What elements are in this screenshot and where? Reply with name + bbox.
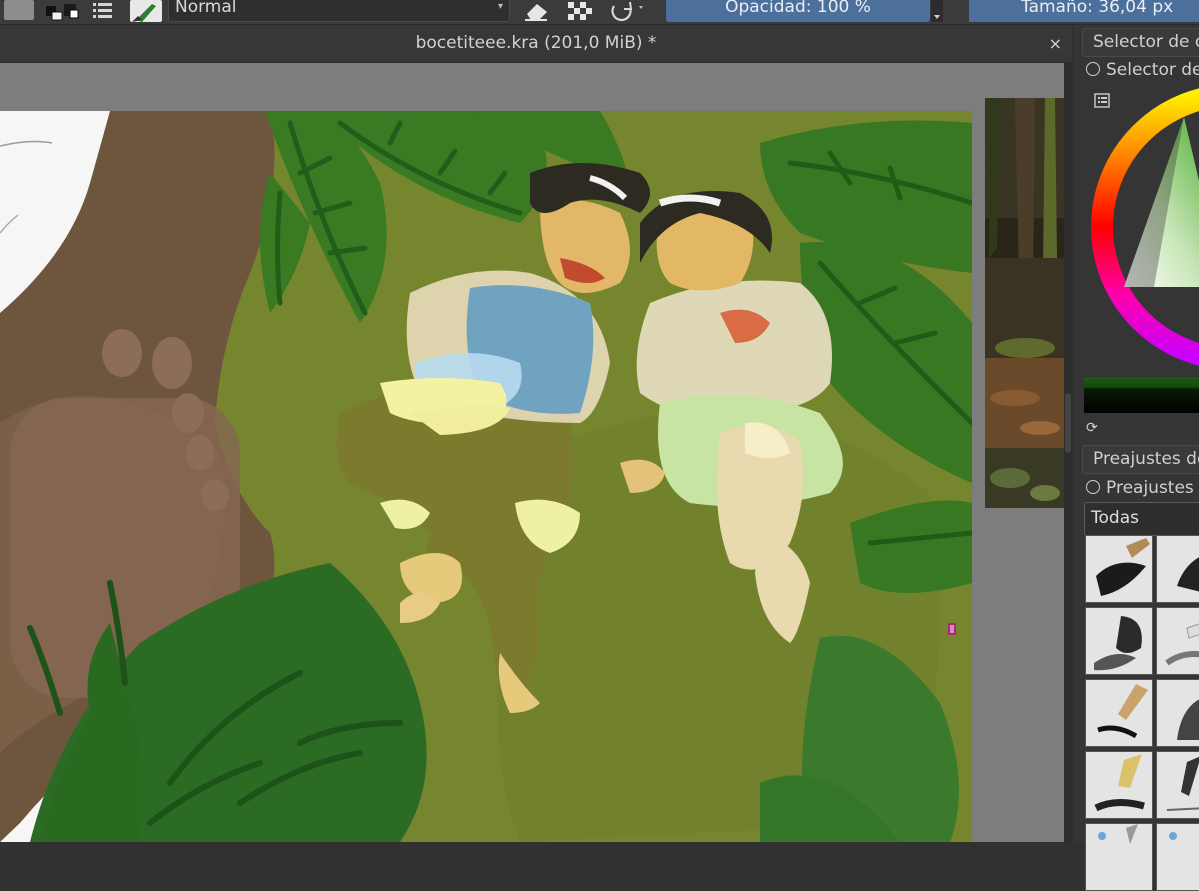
- color-wheel[interactable]: [1084, 87, 1199, 377]
- brush-preset-tile[interactable]: [1156, 751, 1199, 819]
- document-title: bocetiteee.kra (201,0 MiB) *: [415, 33, 657, 53]
- brush-preset-grid: [1084, 535, 1199, 891]
- brush-preset-tile[interactable]: [1156, 679, 1199, 747]
- color-selector-subtitle: Selector de: [1106, 60, 1199, 80]
- cycle-icon[interactable]: ⟳: [1086, 420, 1098, 436]
- canvas-scrollbar[interactable]: [1064, 63, 1072, 842]
- preset-tag-value: Todas: [1091, 508, 1139, 528]
- color-selector-header[interactable]: Selector de: [1086, 60, 1199, 80]
- scrollbar-thumb[interactable]: [1065, 393, 1071, 453]
- blend-mode-value: Normal: [175, 0, 237, 17]
- chevron-down-icon: ▾: [497, 1, 503, 12]
- presets-header[interactable]: Preajustes: [1086, 478, 1194, 498]
- brush-preset-tile[interactable]: [1156, 823, 1199, 891]
- reload-preset-icon[interactable]: [606, 0, 646, 22]
- lock-icon[interactable]: [1086, 62, 1100, 76]
- preset-tag-select[interactable]: Todas: [1084, 502, 1199, 536]
- foreground-color-swatch[interactable]: [4, 0, 34, 20]
- painting-canvas[interactable]: [0, 63, 972, 842]
- color-selector-title: Selector de c: [1093, 32, 1199, 52]
- presets-subtitle: Preajustes: [1106, 478, 1194, 498]
- opacity-spinner[interactable]: [931, 0, 943, 22]
- document-tab[interactable]: bocetiteee.kra (201,0 MiB) * ×: [0, 25, 1072, 63]
- brush-preset-tile[interactable]: [1085, 823, 1153, 891]
- eraser-icon[interactable]: [521, 0, 551, 22]
- brush-preset-tile[interactable]: [1156, 607, 1199, 675]
- preserve-alpha-icon[interactable]: [566, 0, 594, 22]
- canvas-area[interactable]: [0, 63, 1064, 842]
- brush-preset-tile[interactable]: [1085, 751, 1153, 819]
- top-toolbar: Normal ▾ Opacidad: 100 % Tamaño: 36,04 p…: [0, 0, 1199, 25]
- reference-image: [985, 98, 1064, 508]
- brush-preset-tile[interactable]: [1085, 679, 1153, 747]
- right-docker: Selector de c Selector de ⟳ Preajustes d…: [1074, 25, 1199, 891]
- blend-mode-select[interactable]: Normal ▾: [168, 0, 510, 22]
- color-history-bar[interactable]: [1084, 375, 1199, 413]
- brush-preset-icon[interactable]: [130, 0, 162, 22]
- close-icon[interactable]: ×: [1049, 34, 1062, 53]
- lock-icon[interactable]: [1086, 480, 1100, 494]
- brush-size-slider[interactable]: Tamaño: 36,04 px: [969, 0, 1199, 22]
- brush-size-value: Tamaño: 36,04 px: [1021, 0, 1174, 17]
- opacity-slider[interactable]: Opacidad: 100 %: [666, 0, 930, 22]
- color-selector-tab[interactable]: Selector de c: [1082, 28, 1199, 57]
- brush-preset-tile[interactable]: [1085, 535, 1153, 603]
- presets-title: Preajustes de: [1093, 449, 1199, 469]
- color-swatch-icon[interactable]: [44, 0, 82, 22]
- opacity-value: Opacidad: 100 %: [725, 0, 871, 17]
- presets-tab[interactable]: Preajustes de: [1082, 445, 1199, 474]
- brush-preset-tile[interactable]: [1085, 607, 1153, 675]
- list-icon[interactable]: [92, 0, 114, 22]
- brush-preset-tile[interactable]: [1156, 535, 1199, 603]
